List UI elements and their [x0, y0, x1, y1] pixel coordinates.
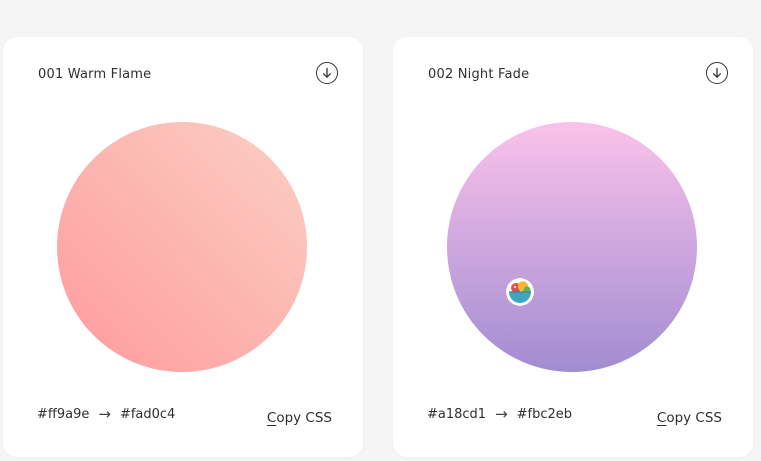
to-color-code[interactable]: #fbc2eb [517, 407, 572, 422]
to-color-code[interactable]: #fad0c4 [120, 407, 175, 422]
gradient-colors: #ff9a9e → #fad0c4 [37, 405, 175, 423]
download-arrow-icon [712, 67, 722, 78]
arrow-right-icon: → [98, 405, 111, 423]
salad-bowl-icon [506, 278, 534, 306]
download-button[interactable] [316, 62, 338, 84]
arrow-right-icon: → [495, 405, 508, 423]
gradient-card-warm-flame[interactable]: 001 Warm Flame #ff9a9e → #fad0c4 Copy CS… [3, 37, 363, 457]
gradient-swatch[interactable] [57, 122, 307, 372]
copy-css-label: Copy CSS [266, 410, 332, 426]
gradient-title: 001 Warm Flame [38, 67, 152, 82]
from-color-code[interactable]: #ff9a9e [37, 407, 89, 422]
gradient-gallery: 001 Warm Flame #ff9a9e → #fad0c4 Copy CS… [0, 0, 761, 461]
gradient-title: 002 Night Fade [428, 67, 530, 82]
download-button[interactable] [706, 62, 728, 84]
copy-css-label: Copy CSS [656, 410, 722, 426]
gradient-swatch[interactable] [447, 122, 697, 372]
copy-css-button[interactable]: Copy CSS [267, 410, 332, 426]
copy-css-button[interactable]: Copy CSS [657, 410, 722, 426]
from-color-code[interactable]: #a18cd1 [427, 407, 486, 422]
gradient-card-night-fade[interactable]: 002 Night Fade #a18cd1 → #fbc2eb Copy CS… [393, 37, 753, 457]
download-arrow-icon [322, 67, 332, 78]
gradient-colors: #a18cd1 → #fbc2eb [427, 405, 572, 423]
